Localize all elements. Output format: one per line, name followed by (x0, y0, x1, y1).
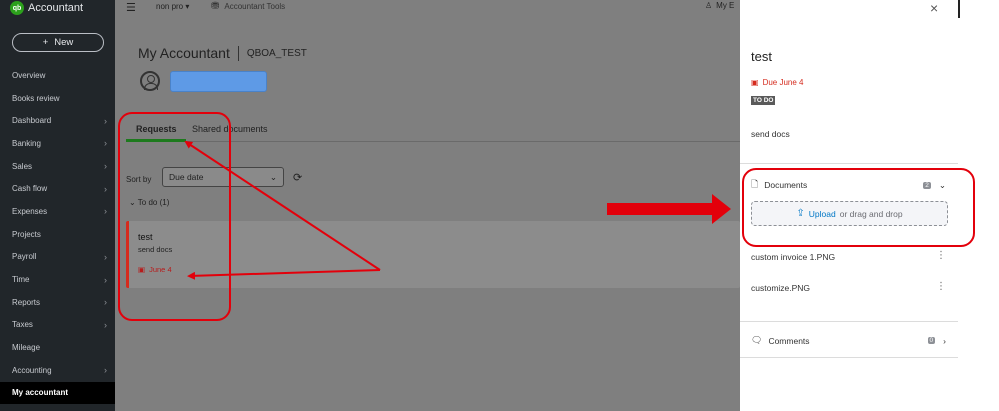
divider (740, 321, 958, 322)
divider (740, 357, 958, 358)
company-name: non pro (156, 2, 184, 11)
chevron-right-icon: › (104, 138, 107, 149)
sidebar-item-label: Sales (12, 161, 33, 171)
file-name: customize.PNG (751, 283, 811, 293)
divider (740, 163, 958, 164)
file-name: custom invoice 1.PNG (751, 252, 836, 262)
drawer-due: ▣ Due June 4 (751, 78, 803, 87)
sidebar-item-label: My accountant (12, 388, 69, 398)
sidebar-item-reports[interactable]: Reports › (0, 291, 115, 314)
person-icon: ♙ (705, 1, 713, 10)
chevron-down-icon: ▾ (185, 2, 190, 11)
sidebar-item-overview[interactable]: Overview (0, 64, 115, 87)
file-item[interactable]: custom invoice 1.PNG ⋮ (751, 251, 946, 263)
sidebar-item-label: Banking (12, 138, 41, 148)
brand-name: Accountant (28, 2, 84, 14)
chevron-right-icon: › (104, 206, 107, 217)
annotation-box-left (118, 112, 231, 321)
sidebar-item-label: Time (12, 275, 30, 285)
more-options-icon[interactable]: ⋮ (936, 251, 946, 262)
more-options-icon[interactable]: ⋮ (936, 282, 946, 293)
sidebar-item-taxes[interactable]: Taxes › (0, 314, 115, 337)
sidebar-item-my-accountant[interactable]: My accountant (0, 381, 115, 405)
chevron-right-icon: › (104, 319, 107, 330)
drawer-title: test (751, 49, 772, 64)
chevron-right-icon: › (104, 115, 107, 126)
top-bar: ☰ non pro ▾ ⛃ Accountant Tools ♙ My E (115, 0, 740, 16)
briefcase-icon: ⛃ (211, 1, 220, 12)
sidebar-item-label: Projects (12, 229, 41, 239)
accountant-tools-label: Accountant Tools (224, 2, 286, 11)
sidebar-item-projects[interactable]: Projects (0, 223, 115, 246)
chevron-right-icon: › (104, 297, 107, 308)
chevron-right-icon: › (104, 365, 107, 376)
sidebar-item-label: Mileage (12, 343, 41, 353)
page-title-text: My Accountant (138, 45, 230, 61)
refresh-icon[interactable]: ⟳ (293, 171, 302, 184)
chevron-right-icon: › (104, 274, 107, 285)
sidebar-item-label: Overview (12, 70, 46, 80)
file-item[interactable]: customize.PNG ⋮ (751, 282, 946, 294)
sidebar-item-label: Taxes (12, 320, 33, 330)
page-title: My Accountant QBOA_TEST (138, 45, 307, 61)
sidebar-item-cash-flow[interactable]: Cash flow › (0, 177, 115, 200)
sidebar-item-books-review[interactable]: Books review (0, 87, 115, 110)
sidebar-item-label: Payroll (12, 252, 37, 262)
comments-section-header[interactable]: 🗨 Comments 0 › (751, 335, 946, 346)
my-experts-label: My E (716, 1, 735, 10)
calendar-icon: ▣ (751, 78, 759, 87)
chevron-right-icon: › (104, 251, 107, 262)
sidebar-item-time[interactable]: Time › (0, 268, 115, 291)
chevron-right-icon: › (104, 161, 107, 172)
comments-label: Comments (768, 335, 810, 346)
drawer-description: send docs (751, 129, 790, 139)
sidebar-item-label: Dashboard (12, 116, 52, 126)
sidebar-item-dashboard[interactable]: Dashboard › (0, 109, 115, 132)
brand[interactable]: qb Accountant (10, 0, 83, 16)
company-code: QBOA_TEST (246, 47, 307, 59)
plus-icon: + (42, 37, 49, 48)
hamburger-menu-icon[interactable]: ☰ (126, 1, 136, 14)
chevron-down-icon: ⌄ (269, 171, 277, 182)
sidebar-item-label: Reports (12, 297, 41, 307)
window-edge (958, 0, 960, 18)
sidebar-item-expenses[interactable]: Expenses › (0, 200, 115, 223)
new-button[interactable]: + New (12, 33, 104, 52)
sidebar-item-banking[interactable]: Banking › (0, 132, 115, 155)
sidebar-nav: Overview Books review Dashboard › Banking › Sa… (0, 64, 115, 405)
sidebar-item-label: Expenses (12, 206, 48, 216)
sidebar-item-label: Books review (12, 93, 60, 103)
sidebar-item-label: Cash flow (12, 184, 48, 194)
my-experts-link[interactable]: ♙ My E (705, 1, 734, 10)
comments-count-badge: 0 (927, 337, 936, 344)
sidebar-item-mileage[interactable]: Mileage (0, 336, 115, 359)
sidebar-item-label: Accounting (12, 365, 52, 375)
new-button-label: New (54, 37, 74, 48)
chevron-right-icon: › (104, 183, 107, 194)
company-switcher[interactable]: non pro ▾ (156, 2, 189, 11)
close-icon[interactable]: × (930, 0, 938, 16)
avatar-icon (140, 71, 160, 91)
sidebar-item-accounting[interactable]: Accounting › (0, 359, 115, 382)
status-badge: TO DO (751, 96, 776, 105)
redacted-name (170, 71, 267, 92)
chevron-right-icon: › (943, 335, 946, 346)
title-divider (237, 45, 239, 61)
drawer-due-text: Due June 4 (762, 78, 804, 87)
sidebar-item-sales[interactable]: Sales › (0, 155, 115, 178)
annotation-box-right (742, 168, 975, 247)
accountant-tools-button[interactable]: ⛃ Accountant Tools (211, 1, 285, 12)
quickbooks-logo-icon: qb (10, 1, 24, 15)
sidebar: qb Accountant + New Overview Books review… (0, 0, 115, 411)
sidebar-item-payroll[interactable]: Payroll › (0, 246, 115, 269)
comment-icon: 🗨 (751, 335, 763, 345)
